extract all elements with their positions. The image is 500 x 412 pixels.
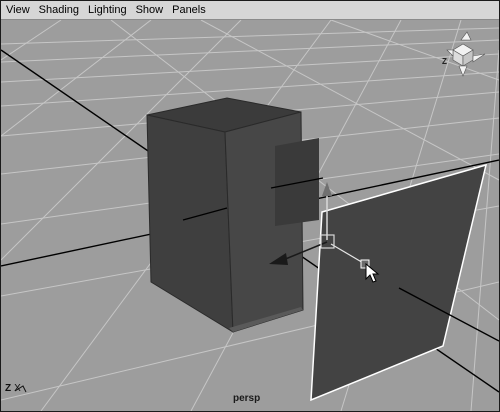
menu-show[interactable]: Show xyxy=(131,1,168,19)
axis-x-label: X xyxy=(14,383,21,394)
panel-menubar: View Shading Lighting Show Panels xyxy=(1,1,499,20)
camera-name-label: persp xyxy=(233,393,261,404)
view-cube-z-label: Z xyxy=(442,57,447,66)
selected-plane-mesh[interactable] xyxy=(310,163,499,402)
view-cube-icon[interactable]: Z xyxy=(442,31,486,77)
menu-shading[interactable]: Shading xyxy=(34,1,83,19)
axis-z-label: Z xyxy=(5,383,12,394)
menu-view[interactable]: View xyxy=(1,1,34,19)
menu-lighting[interactable]: Lighting xyxy=(83,1,131,19)
perspective-viewport[interactable]: Z ZX persp xyxy=(1,20,499,411)
menu-panels[interactable]: Panels xyxy=(167,1,210,19)
maya-viewport-panel: View Shading Lighting Show Panels Z Z X … xyxy=(0,0,500,412)
scene-canvas[interactable]: Z xyxy=(1,20,499,411)
axis-indicator: ZX xyxy=(5,383,21,394)
cube-mesh[interactable] xyxy=(146,97,324,333)
